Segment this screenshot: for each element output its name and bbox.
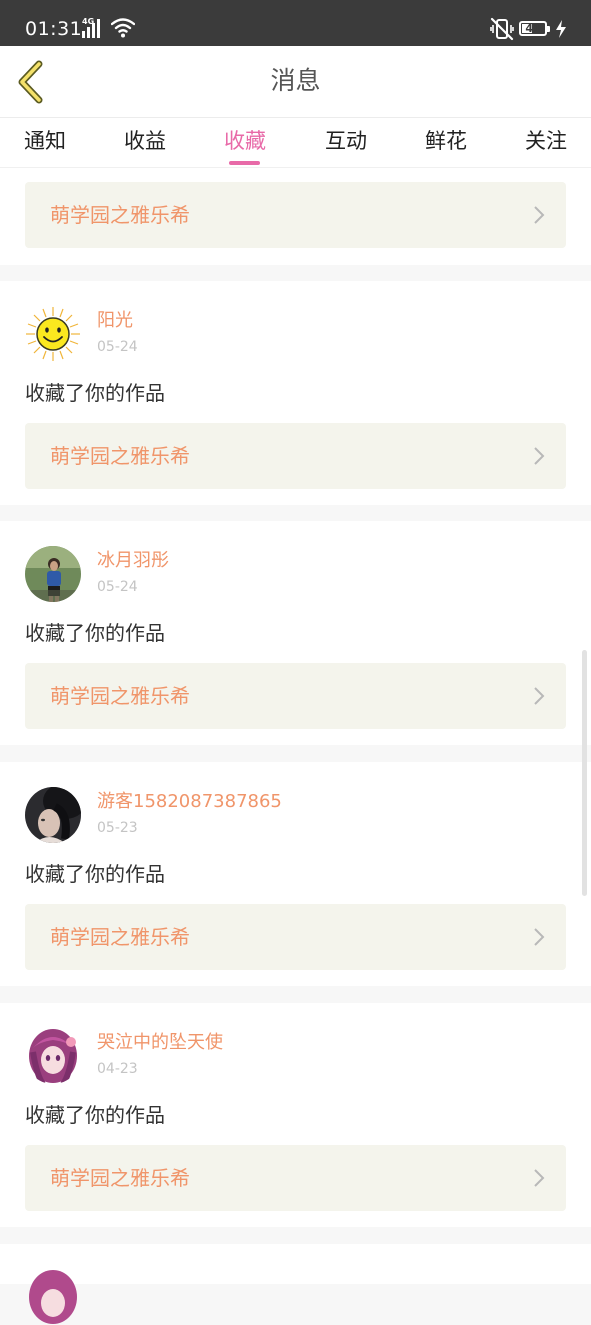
work-link[interactable]: 萌学园之雅乐希 [25, 663, 566, 729]
message-date: 04-23 [97, 1061, 138, 1077]
list-item [0, 1244, 591, 1324]
tab-bar: 通知 收益 收藏 互动 鲜花 关注 [0, 118, 591, 168]
wifi-icon [111, 18, 135, 38]
cellular-signal-icon: 4G [82, 17, 106, 38]
sun-avatar[interactable] [25, 306, 81, 362]
charging-icon [556, 20, 566, 38]
tab-earnings[interactable]: 收益 [95, 127, 195, 155]
work-link[interactable]: 萌学园之雅乐希 [25, 423, 566, 489]
username[interactable]: 哭泣中的坠天使 [97, 1031, 223, 1055]
status-bar: 01:31 4G 41 [0, 0, 591, 46]
tab-favorites[interactable]: 收藏 [195, 127, 295, 155]
chevron-right-icon [534, 928, 545, 946]
tab-notice[interactable]: 通知 [0, 127, 95, 155]
tab-interactions[interactable]: 互动 [296, 127, 396, 155]
active-tab-indicator [229, 161, 260, 165]
list-item: 阳光 05-24 收藏了你的作品 萌学园之雅乐希 [0, 281, 591, 505]
username[interactable]: 游客1582087387865 [97, 790, 282, 814]
message-header: 阳光 05-24 [25, 306, 565, 362]
work-title: 萌学园之雅乐希 [50, 925, 190, 949]
work-title: 萌学园之雅乐希 [50, 203, 190, 227]
page-title: 消息 [270, 66, 321, 95]
tab-flowers[interactable]: 鲜花 [396, 127, 496, 155]
work-link[interactable]: 萌学园之雅乐希 [25, 182, 566, 248]
message-header: 游客1582087387865 05-23 [25, 787, 565, 843]
work-link[interactable]: 萌学园之雅乐希 [25, 1145, 566, 1211]
avatar[interactable] [25, 546, 81, 602]
list-item: 游客1582087387865 05-23 收藏了你的作品 萌学园之雅乐希 [0, 762, 591, 986]
work-link[interactable]: 萌学园之雅乐希 [25, 904, 566, 970]
battery-level: 41 [525, 22, 541, 35]
work-title: 萌学园之雅乐希 [50, 1166, 190, 1190]
tab-following[interactable]: 关注 [496, 127, 591, 155]
username[interactable]: 阳光 [97, 309, 133, 333]
username[interactable]: 冰月羽彤 [97, 549, 169, 573]
message-date: 05-24 [97, 339, 138, 355]
avatar[interactable] [25, 1028, 81, 1084]
work-title: 萌学园之雅乐希 [50, 684, 190, 708]
list-item: 哭泣中的坠天使 04-23 收藏了你的作品 萌学园之雅乐希 [0, 1003, 591, 1227]
message-date: 05-23 [97, 820, 138, 836]
avatar[interactable] [25, 787, 81, 843]
action-text: 收藏了你的作品 [25, 621, 165, 645]
avatar[interactable] [25, 1269, 81, 1325]
chevron-right-icon [534, 447, 545, 465]
vibrate-off-icon [490, 17, 514, 41]
app-header: 消息 [0, 46, 591, 118]
message-date: 05-24 [97, 579, 138, 595]
chevron-right-icon [534, 206, 545, 224]
work-title: 萌学园之雅乐希 [50, 444, 190, 468]
scrollbar[interactable] [582, 650, 587, 896]
status-time: 01:31 [25, 18, 83, 40]
action-text: 收藏了你的作品 [25, 862, 165, 886]
battery-icon: 41 [519, 21, 550, 36]
message-header: 冰月羽彤 05-24 [25, 546, 565, 602]
chevron-right-icon [534, 1169, 545, 1187]
list-item: 冰月羽彤 05-24 收藏了你的作品 萌学园之雅乐希 [0, 521, 591, 745]
action-text: 收藏了你的作品 [25, 1103, 165, 1127]
action-text: 收藏了你的作品 [25, 381, 165, 405]
list-item: 萌学园之雅乐希 [0, 168, 591, 265]
message-header: 哭泣中的坠天使 04-23 [25, 1028, 565, 1084]
chevron-right-icon [534, 687, 545, 705]
